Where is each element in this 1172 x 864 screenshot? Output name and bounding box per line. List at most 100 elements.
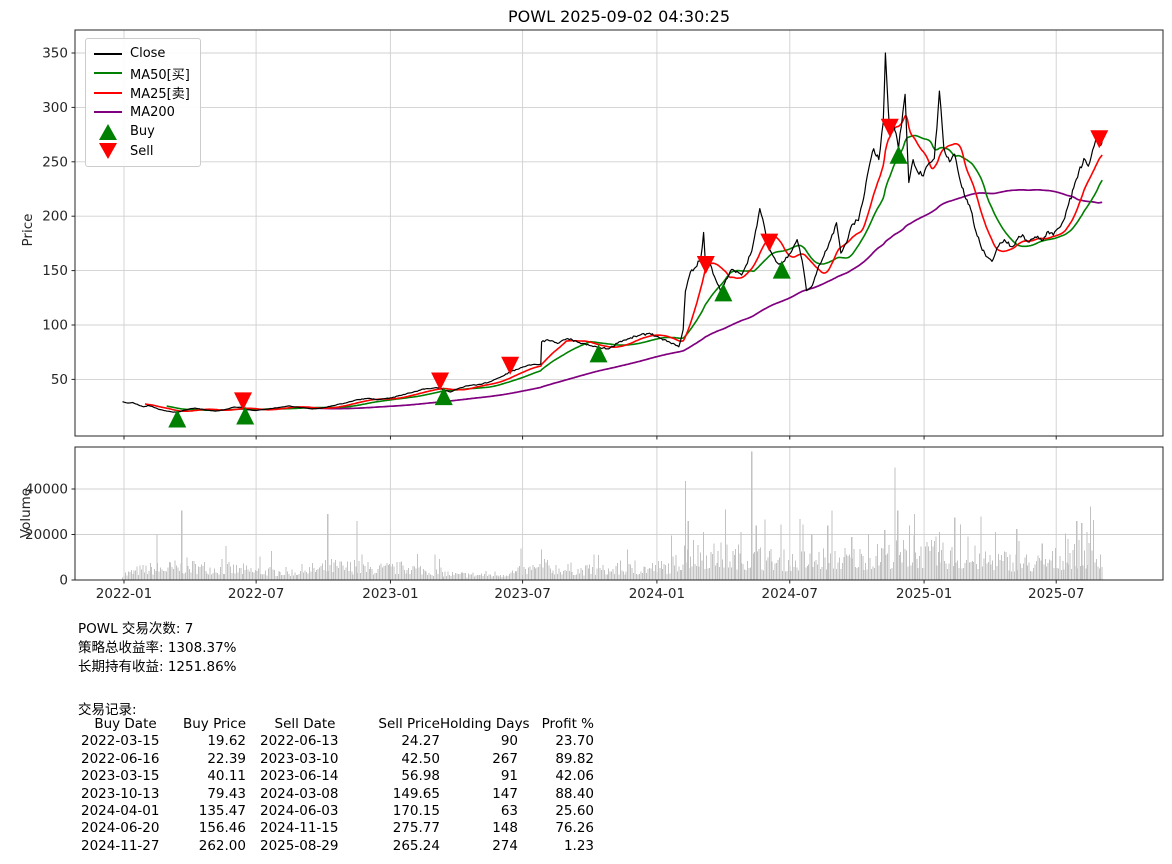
volume-bar — [172, 567, 173, 580]
trade-cell: 2024-11-27 — [78, 838, 170, 855]
volume-bar — [966, 560, 967, 580]
x-tick-label: 2024-01 — [629, 586, 685, 602]
volume-bar — [194, 561, 195, 580]
volume-bar — [316, 570, 317, 580]
volume-bar — [179, 571, 180, 580]
volume-bar — [824, 558, 825, 580]
ma25-line — [145, 116, 1102, 411]
legend-line-swatch — [94, 53, 122, 55]
volume-bar — [129, 572, 130, 580]
volume-bar — [401, 562, 402, 580]
volume-bar — [744, 570, 745, 580]
gridlines — [75, 30, 1163, 580]
volume-bar — [788, 560, 789, 580]
volume-bar — [297, 575, 298, 580]
volume-bar — [775, 564, 776, 581]
volume-bar — [235, 574, 236, 581]
volume-bar — [1043, 564, 1044, 580]
volume-bar — [919, 556, 920, 580]
volume-bar — [595, 575, 596, 580]
volume-bar — [426, 571, 427, 580]
volume-bar — [804, 552, 805, 580]
volume-bar — [728, 567, 729, 580]
volume-bar — [986, 564, 987, 581]
trade-cell: 42.50 — [350, 751, 440, 768]
volume-bar — [772, 562, 773, 581]
volume-bar — [395, 574, 396, 580]
volume-bar — [696, 566, 697, 580]
volume-bar — [578, 569, 579, 580]
volume-bar — [994, 570, 995, 580]
x-tick-label: 2025-01 — [896, 586, 952, 602]
volume-bar — [521, 549, 522, 580]
trade-cell: 135.47 — [170, 803, 246, 820]
volume-bar — [1032, 572, 1033, 581]
volume-bar — [169, 562, 170, 580]
legend-label: Close — [130, 46, 165, 61]
volume-bar — [427, 575, 428, 580]
volume-bar — [833, 569, 834, 581]
volume-bar — [367, 562, 368, 580]
volume-bar — [413, 566, 414, 580]
volume-bar — [665, 565, 666, 580]
volume-bar — [148, 571, 149, 580]
volume-bar — [814, 561, 815, 580]
volume-bar — [767, 557, 768, 580]
volume-bar — [890, 569, 891, 580]
volume-bar — [808, 565, 809, 581]
volume-bar — [144, 572, 145, 580]
volume-bar — [757, 552, 758, 580]
volume-bar — [378, 569, 379, 580]
volume-bar — [315, 572, 316, 580]
volume-bar — [959, 568, 960, 580]
volume-spike-bar — [884, 530, 885, 580]
volume-bar — [448, 572, 449, 581]
volume-bar — [705, 569, 706, 580]
volume-bar — [611, 572, 612, 580]
volume-bar — [896, 540, 897, 580]
volume-bar — [944, 561, 945, 580]
volume-bar — [918, 568, 919, 580]
volume-bar — [910, 566, 911, 581]
volume-tick-label: 0 — [59, 573, 68, 589]
legend-item: MA200 — [94, 103, 190, 123]
volume-bar — [1011, 571, 1012, 580]
volume-bar — [410, 574, 411, 580]
volume-bar — [397, 562, 398, 580]
volume-bar — [386, 563, 387, 580]
sell-marker — [760, 234, 778, 252]
trades-header-row: Buy DateBuy PriceSell DateSell PriceHold… — [78, 716, 594, 733]
volume-bar — [570, 563, 571, 581]
price-tick-label: 100 — [42, 318, 68, 334]
trade-cell: 22.39 — [170, 751, 246, 768]
volume-bar — [789, 566, 790, 580]
volume-bar — [721, 543, 722, 581]
volume-bar — [223, 574, 224, 580]
volume-bar — [496, 576, 497, 581]
volume-bar — [261, 574, 262, 580]
volume-bar — [881, 548, 882, 580]
volume-bar — [836, 569, 837, 580]
volume-bar — [402, 566, 403, 581]
volume-bar — [192, 561, 193, 580]
column-header: Holding Days — [440, 716, 518, 733]
volume-bar — [245, 570, 246, 580]
volume-bar — [678, 567, 679, 580]
volume-bar — [1045, 559, 1046, 580]
summary-block: POWL 交易次数: 7 策略总收益率: 1308.37% 长期持有收益: 12… — [78, 620, 237, 677]
trade-cell: 2024-04-01 — [78, 803, 170, 820]
volume-bar — [529, 567, 530, 580]
close-line — [123, 53, 1103, 413]
volume-bar — [388, 565, 389, 580]
volume-bar — [859, 549, 860, 580]
trade-row: 2022-06-1622.392023-03-1042.5026789.82 — [78, 751, 594, 768]
trade-cell: 267 — [440, 751, 518, 768]
volume-bar — [513, 573, 514, 580]
volume-bar — [538, 567, 539, 580]
volume-bar — [569, 571, 570, 580]
volume-spike-bar — [980, 516, 981, 580]
volume-bar — [259, 557, 260, 580]
legend-label: MA25[卖] — [130, 83, 190, 102]
volume-bar — [271, 551, 272, 580]
volume-bar — [201, 565, 202, 580]
